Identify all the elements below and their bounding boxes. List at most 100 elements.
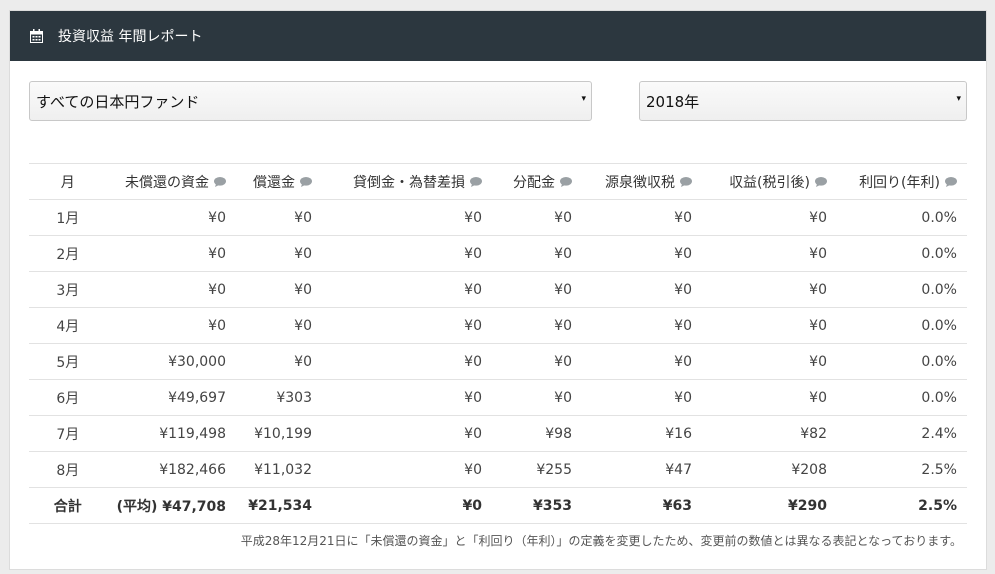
earnings-cell: ¥0 [702,379,837,416]
fund-select-value: すべての日本円ファンド [36,92,200,111]
month-cell: 8月 [29,451,107,488]
outstanding-cell: ¥30,000 [106,343,236,380]
total-earnings-cell: ¥290 [702,487,837,524]
yield-cell: 2.4% [837,415,967,452]
total-distribution-cell: ¥353 [492,487,582,524]
column-header-month: 月 [29,163,107,200]
panel-header: 投資収益 年間レポート [10,11,986,61]
loss-cell: ¥0 [322,343,492,380]
redemption-cell: ¥303 [236,379,322,416]
earnings-cell: ¥0 [702,235,837,272]
tax-cell: ¥0 [582,379,702,416]
outstanding-cell: ¥49,697 [106,379,236,416]
definition-change-note: 平成28年12月21日に「未償還の資金」と「利回り（年利）」の定義を変更したため… [240,534,962,548]
tax-cell: ¥0 [582,199,702,236]
tax-cell: ¥0 [582,271,702,308]
loss-cell: ¥0 [322,379,492,416]
outstanding-cell: ¥0 [106,307,236,344]
tax-cell: ¥0 [582,307,702,344]
total-loss-cell: ¥0 [322,487,492,524]
month-cell: 6月 [29,379,107,416]
loss-cell: ¥0 [322,199,492,236]
distribution-cell: ¥255 [492,451,582,488]
column-header-tax: 源泉徴収税 [582,163,702,200]
fund-select[interactable]: すべての日本円ファンド ▾ [29,81,592,121]
redemption-cell: ¥0 [236,307,322,344]
column-header-outstanding: 未償還の資金 [106,163,236,200]
report-table: 月 未償還の資金 償還金 貸倒金・為替差損 分配金 源泉徴収税 収益(税引後) … [29,163,967,524]
distribution-cell: ¥0 [492,343,582,380]
tax-cell: ¥0 [582,235,702,272]
yield-cell: 0.0% [837,343,967,380]
tax-cell: ¥47 [582,451,702,488]
table-row: 1月 ¥0 ¥0 ¥0 ¥0 ¥0 ¥0 0.0% [29,199,967,236]
table-row: 4月 ¥0 ¥0 ¥0 ¥0 ¥0 ¥0 0.0% [29,307,967,344]
earnings-cell: ¥0 [702,271,837,308]
loss-cell: ¥0 [322,415,492,452]
chevron-down-icon: ▾ [956,94,961,104]
yield-cell: 0.0% [837,307,967,344]
total-tax-cell: ¥63 [582,487,702,524]
table-row: 2月 ¥0 ¥0 ¥0 ¥0 ¥0 ¥0 0.0% [29,235,967,272]
yield-cell: 0.0% [837,235,967,272]
earnings-cell: ¥82 [702,415,837,452]
earnings-cell: ¥208 [702,451,837,488]
table-row: 8月 ¥182,466 ¥11,032 ¥0 ¥255 ¥47 ¥208 2.5… [29,451,967,488]
redemption-cell: ¥10,199 [236,415,322,452]
table-row: 6月 ¥49,697 ¥303 ¥0 ¥0 ¥0 ¥0 0.0% [29,379,967,416]
yield-cell: 0.0% [837,271,967,308]
page-title: 投資収益 年間レポート [58,29,203,45]
comment-icon[interactable] [214,175,226,191]
comment-icon[interactable] [560,175,572,191]
earnings-cell: ¥0 [702,199,837,236]
month-cell: 2月 [29,235,107,272]
total-outstanding-cell: (平均) ¥47,708 [106,487,236,524]
comment-icon[interactable] [680,175,692,191]
yield-cell: 2.5% [837,451,967,488]
column-header-earnings: 収益(税引後) [702,163,837,200]
loss-cell: ¥0 [322,307,492,344]
distribution-cell: ¥0 [492,271,582,308]
redemption-cell: ¥0 [236,235,322,272]
comment-icon[interactable] [815,175,827,191]
outstanding-cell: ¥182,466 [106,451,236,488]
total-redemption-cell: ¥21,534 [236,487,322,524]
chevron-down-icon: ▾ [581,94,586,104]
total-yield-cell: 2.5% [837,487,967,524]
total-label: 合計 [29,487,107,524]
calendar-icon [30,29,44,43]
distribution-cell: ¥0 [492,199,582,236]
table-header-row: 月 未償還の資金 償還金 貸倒金・為替差損 分配金 源泉徴収税 収益(税引後) … [29,163,967,200]
yield-cell: 0.0% [837,199,967,236]
month-cell: 3月 [29,271,107,308]
report-panel: 投資収益 年間レポート すべての日本円ファンド ▾ 2018年 ▾ 月 未償還の… [9,10,987,570]
table-row: 3月 ¥0 ¥0 ¥0 ¥0 ¥0 ¥0 0.0% [29,271,967,308]
outstanding-cell: ¥0 [106,235,236,272]
year-select[interactable]: 2018年 ▾ [639,81,967,121]
earnings-cell: ¥0 [702,307,837,344]
month-cell: 1月 [29,199,107,236]
month-cell: 5月 [29,343,107,380]
redemption-cell: ¥0 [236,199,322,236]
year-select-value: 2018年 [646,92,700,111]
comment-icon[interactable] [945,175,957,191]
month-cell: 7月 [29,415,107,452]
column-header-distribution: 分配金 [492,163,582,200]
outstanding-cell: ¥0 [106,271,236,308]
comment-icon[interactable] [300,175,312,191]
comment-icon[interactable] [470,175,482,191]
earnings-cell: ¥0 [702,343,837,380]
redemption-cell: ¥0 [236,343,322,380]
yield-cell: 0.0% [837,379,967,416]
column-header-yield: 利回り(年利) [837,163,967,200]
column-header-loss: 貸倒金・為替差損 [322,163,492,200]
tax-cell: ¥16 [582,415,702,452]
tax-cell: ¥0 [582,343,702,380]
month-cell: 4月 [29,307,107,344]
distribution-cell: ¥0 [492,379,582,416]
distribution-cell: ¥0 [492,235,582,272]
loss-cell: ¥0 [322,271,492,308]
outstanding-cell: ¥119,498 [106,415,236,452]
column-header-redemption: 償還金 [236,163,322,200]
filters: すべての日本円ファンド ▾ 2018年 ▾ [10,61,986,161]
